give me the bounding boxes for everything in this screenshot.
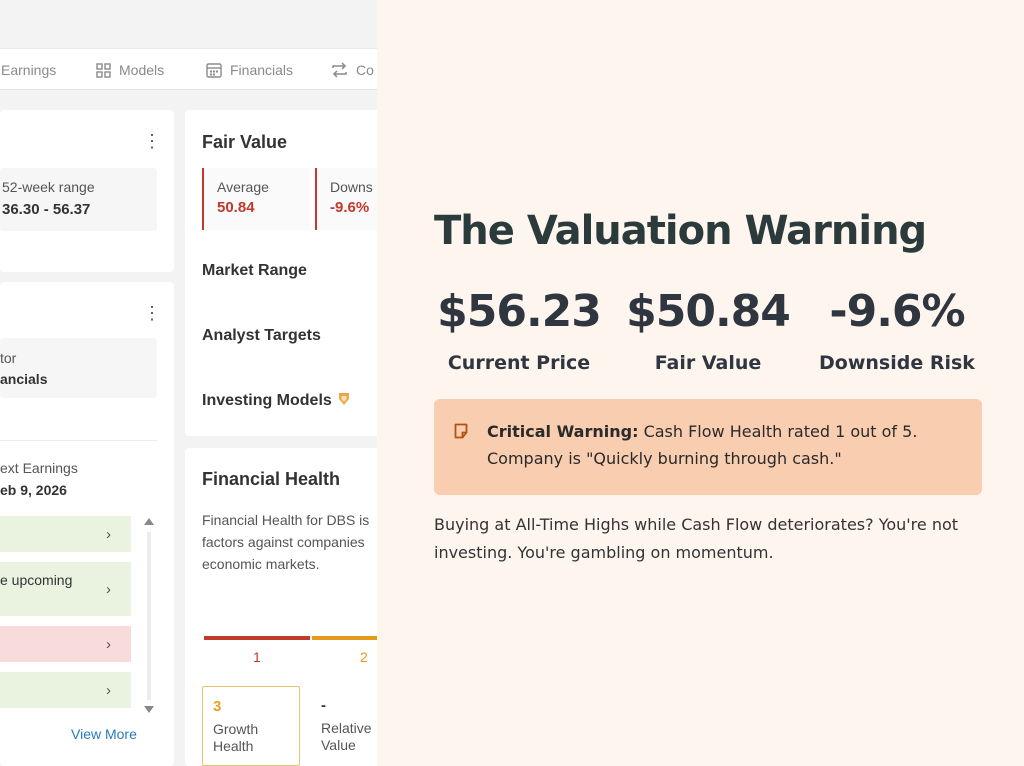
scroll-down-icon[interactable] [144, 706, 154, 713]
week-range-label: 52-week range [2, 179, 95, 195]
sector-value: ancials [0, 371, 48, 387]
downside-label: Downs [330, 179, 373, 195]
next-earnings-label: ext Earnings [0, 460, 78, 476]
stat-label: Downside Risk [819, 352, 975, 374]
screenshot-panel: Earnings Models Financials Co ⋮ 52-week … [0, 0, 377, 766]
scrollbar-track[interactable] [147, 532, 151, 700]
note-icon [454, 423, 468, 439]
fair-value-title: Fair Value [202, 132, 288, 152]
scroll-up-icon[interactable] [144, 518, 154, 525]
list-item[interactable]: e upcoming › [0, 562, 131, 616]
sector-label: tor [0, 350, 17, 366]
info-card: ⋮ tor ancials ext Earnings eb 9, 2026 › … [0, 282, 174, 766]
chevron-right-icon: › [106, 635, 111, 653]
tab-models[interactable]: Models [96, 49, 164, 91]
critical-warning-box: Critical Warning: Cash Flow Health rated… [434, 399, 982, 495]
week-range-box: 52-week range 36.30 - 56.37 [0, 168, 157, 231]
investing-models-section[interactable]: Investing Models [202, 392, 350, 410]
chevron-right-icon: › [106, 525, 111, 543]
average-cell: Average 50.84 [202, 168, 310, 230]
growth-health-score: 3 [213, 698, 222, 715]
growth-health-label: Growth Health [213, 721, 259, 754]
list-item[interactable]: › [0, 626, 131, 662]
chevron-right-icon: › [106, 681, 111, 699]
stat-value: $50.84 [626, 286, 791, 337]
chevron-right-icon: › [106, 580, 111, 598]
body-paragraph: Buying at All-Time Highs while Cash Flow… [434, 515, 959, 562]
tab-earnings[interactable]: Earnings [1, 49, 56, 91]
relative-value-box[interactable]: - Relative Value [310, 686, 377, 766]
stat-value: $56.23 [437, 286, 602, 337]
stats-card: ⋮ 52-week range 36.30 - 56.37 [0, 110, 174, 272]
more-options-icon[interactable]: ⋮ [143, 304, 161, 322]
average-value: 50.84 [217, 199, 255, 216]
tab-compare[interactable]: Co [331, 49, 374, 91]
sector-box: tor ancials [0, 338, 157, 398]
financial-health-title: Financial Health [202, 469, 341, 489]
downside-cell: Downs -9.6% [315, 168, 377, 230]
tab-financials[interactable]: Financials [206, 49, 293, 91]
divider [0, 440, 157, 441]
warning-title: Critical Warning: [487, 422, 639, 441]
next-earnings-value: eb 9, 2026 [0, 482, 67, 498]
crown-icon [339, 393, 350, 405]
more-options-icon[interactable]: ⋮ [143, 132, 161, 150]
stat-downside-risk: -9.6% Downside Risk [802, 286, 992, 374]
stat-fair-value: $50.84 Fair Value [613, 286, 803, 374]
headline: The Valuation Warning [434, 208, 927, 254]
relative-value-score: - [321, 697, 326, 714]
average-label: Average [217, 179, 269, 195]
list-item[interactable]: › [0, 516, 131, 552]
stat-current-price: $56.23 Current Price [424, 286, 614, 374]
downside-value: -9.6% [330, 199, 370, 216]
relative-value-label: Relative Value [321, 720, 372, 753]
health-scale-label-1: 1 [253, 649, 261, 665]
tab-bar: Earnings Models Financials Co [0, 48, 377, 90]
health-scale-label-2: 2 [360, 649, 368, 665]
warning-text: Critical Warning: Cash Flow Health rated… [487, 418, 957, 472]
growth-health-box[interactable]: 3 Growth Health [202, 686, 300, 766]
stat-value: -9.6% [829, 286, 965, 337]
market-range-section[interactable]: Market Range [202, 262, 307, 280]
week-range-value: 36.30 - 56.37 [2, 201, 91, 218]
stat-label: Fair Value [654, 352, 762, 374]
list-item[interactable]: › [0, 672, 131, 708]
financial-health-description: Financial Health for DBS is factors agai… [202, 512, 370, 572]
grid-icon [96, 62, 111, 78]
view-more-link[interactable]: View More [71, 726, 137, 742]
analyst-targets-section[interactable]: Analyst Targets [202, 327, 321, 345]
calendar-icon [206, 63, 222, 78]
compare-icon [332, 62, 347, 78]
stat-label: Current Price [447, 352, 591, 374]
health-scale-bar-2 [312, 636, 377, 640]
health-scale-bar-1 [204, 636, 310, 640]
